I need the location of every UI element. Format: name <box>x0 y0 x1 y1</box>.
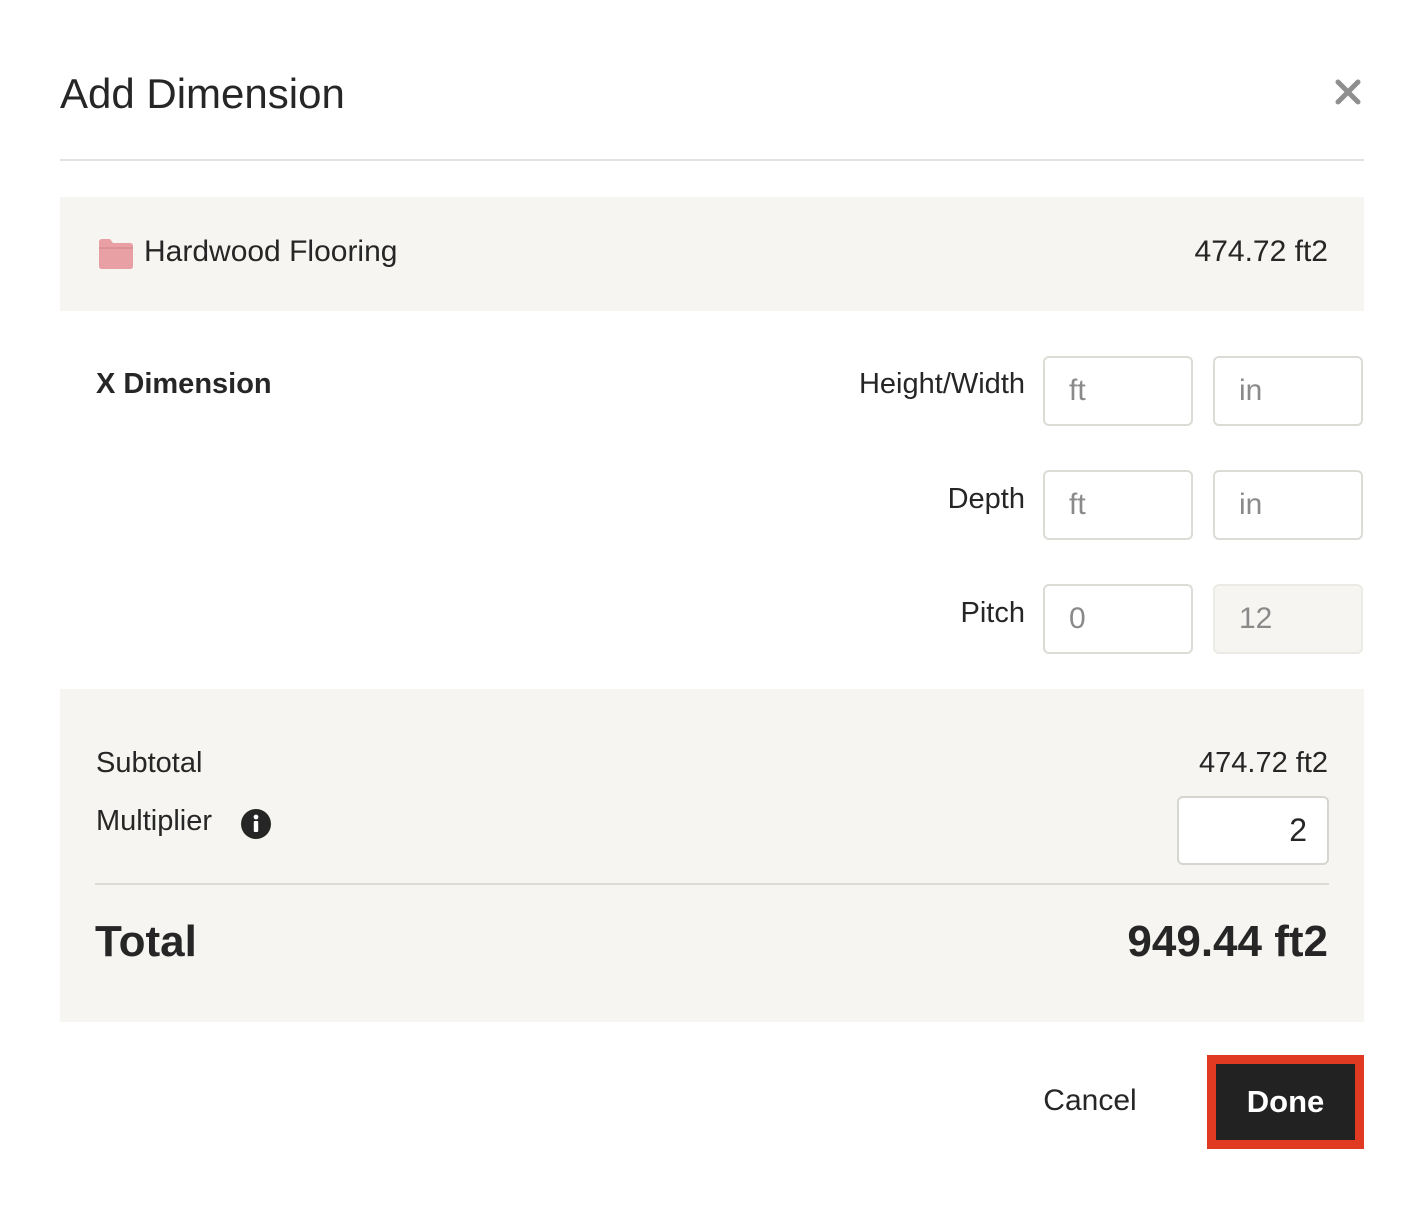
info-icon[interactable] <box>240 808 272 840</box>
multiplier-label: Multiplier <box>96 805 213 837</box>
pitch-rise-input[interactable] <box>1043 584 1193 654</box>
folder-icon <box>98 238 134 270</box>
pitch-run-field <box>1213 584 1363 654</box>
dialog-title: Add Dimension <box>60 70 345 117</box>
total-value: 949.44 ft2 <box>1127 917 1328 966</box>
depth-label: Depth <box>947 483 1025 515</box>
multiplier-input[interactable] <box>1177 796 1329 865</box>
subtotal-label: Subtotal <box>96 747 203 779</box>
category-total: 474.72 ft2 <box>1194 235 1328 268</box>
height-width-feet-input[interactable] <box>1043 356 1193 426</box>
pitch-label: Pitch <box>960 597 1025 629</box>
total-label: Total <box>95 917 197 966</box>
summary-panel: Subtotal 474.72 ft2 Multiplier Total 949… <box>60 689 1364 1022</box>
subtotal-value: 474.72 ft2 <box>1199 747 1328 779</box>
summary-divider <box>95 883 1329 885</box>
done-button[interactable]: Done <box>1216 1064 1355 1140</box>
category-name: Hardwood Flooring <box>144 235 398 268</box>
height-width-label: Height/Width <box>858 368 1025 400</box>
cancel-button[interactable]: Cancel <box>1030 1074 1150 1128</box>
category-header: Hardwood Flooring 474.72 ft2 <box>60 197 1364 311</box>
dimension-label: X Dimension <box>96 368 272 400</box>
depth-inches-input[interactable] <box>1213 470 1363 540</box>
height-width-inches-input[interactable] <box>1213 356 1363 426</box>
close-icon[interactable] <box>1330 74 1366 110</box>
add-dimension-dialog: Add Dimension Hardwood Flooring 474.72 f… <box>0 0 1426 1206</box>
header-divider <box>60 159 1364 161</box>
depth-feet-input[interactable] <box>1043 470 1193 540</box>
